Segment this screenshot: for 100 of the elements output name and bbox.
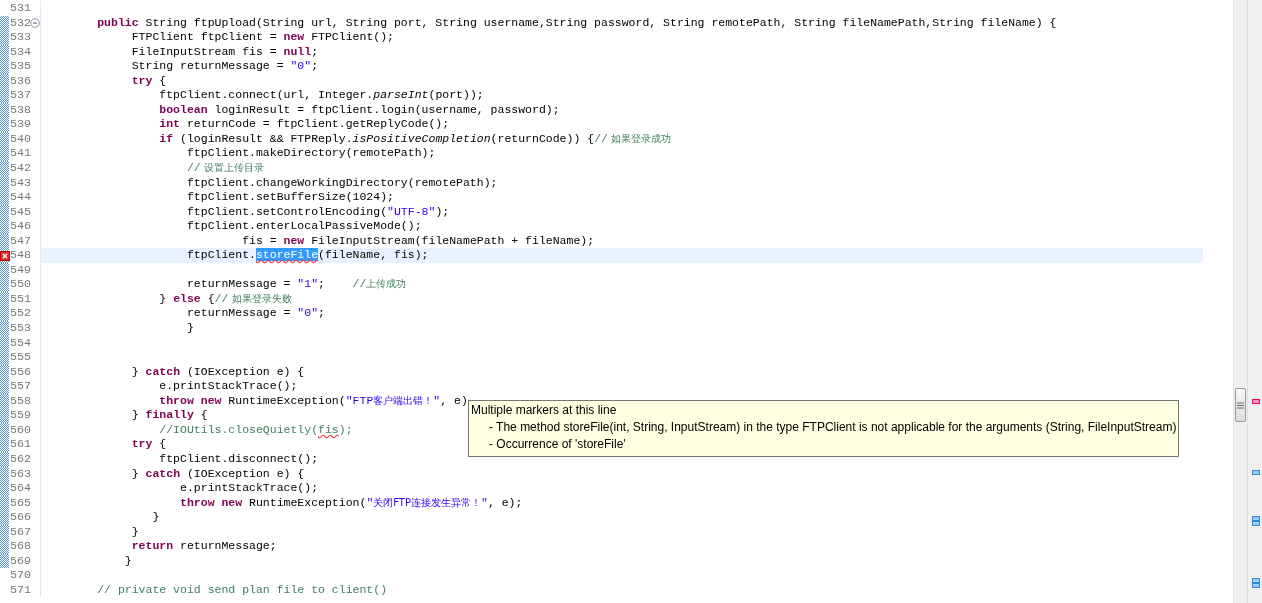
occurrence-marker-icon[interactable] xyxy=(1252,521,1260,526)
line-number: 567 xyxy=(10,524,32,540)
code-text: "UTF-8" xyxy=(387,204,436,218)
code-text: ; xyxy=(318,277,325,291)
line-number: 562 xyxy=(10,451,32,467)
line-number: 537 xyxy=(10,88,32,103)
line-number: 554 xyxy=(10,335,32,351)
code-text: { xyxy=(158,73,167,87)
line-number: 533 xyxy=(10,30,32,45)
line-number: 559 xyxy=(10,408,32,423)
code-text: if xyxy=(158,131,174,145)
code-text: ftpClient.changeWorkingDirectory(remotePath); xyxy=(185,175,498,189)
code-text: public xyxy=(96,15,139,29)
line-number: 541 xyxy=(10,146,32,161)
code-text: // xyxy=(214,291,229,305)
code-text: RuntimeException( xyxy=(227,393,346,407)
line-number: 542 xyxy=(10,161,32,176)
code-text: fis xyxy=(318,422,339,436)
code-text: "0" xyxy=(297,306,319,320)
occurrence-marker-icon[interactable] xyxy=(1252,470,1260,475)
grip-icon xyxy=(1237,401,1244,409)
code-text: throw new xyxy=(179,495,243,509)
code-text: String returnMessage = xyxy=(130,59,285,73)
code-text: "FTP xyxy=(345,393,374,407)
line-number: 531 xyxy=(10,1,32,16)
line-number: 544 xyxy=(10,190,32,205)
code-text: } xyxy=(130,466,139,480)
code-text: FileInputStream fis = xyxy=(130,44,278,58)
code-text: } xyxy=(130,408,139,422)
code-text: returnMessage = xyxy=(185,277,292,291)
code-text: // xyxy=(185,161,201,174)
code-text: // xyxy=(351,277,367,291)
line-number: 534 xyxy=(10,44,32,60)
tooltip-title: Multiple markers at this line xyxy=(471,402,618,419)
code-text: loginResult = ftpClient.login(username, password); xyxy=(213,102,560,116)
occurrence-marker-icon[interactable] xyxy=(1252,583,1260,588)
code-text: } xyxy=(123,553,132,567)
occurrence-marker-icon[interactable] xyxy=(1252,578,1260,583)
code-text: null xyxy=(283,44,312,58)
code-text: , e); xyxy=(487,495,523,509)
code-text: (IOException e) { xyxy=(185,364,305,378)
code-text: ); xyxy=(435,204,450,218)
code-text: e.printStackTrace(); xyxy=(158,379,298,393)
code-text: return xyxy=(130,539,174,553)
line-number: 561 xyxy=(10,437,32,452)
code-text: // xyxy=(594,131,608,145)
line-number: 558 xyxy=(10,393,32,409)
code-text: int xyxy=(158,117,181,131)
code-text: , e) xyxy=(440,393,468,407)
code-text: returnCode = ftpClient.getReplyCode(); xyxy=(185,117,450,131)
code-text: new xyxy=(283,30,305,44)
code-text: catch xyxy=(144,466,181,480)
code-text: e.printStackTrace(); xyxy=(179,481,319,495)
code-text: ; xyxy=(311,44,319,58)
line-number: 548 xyxy=(10,248,32,263)
line-number: 546 xyxy=(10,219,32,234)
line-number: 565 xyxy=(10,495,32,511)
line-number: 556 xyxy=(10,364,32,380)
code-text: fis = xyxy=(241,233,278,247)
code-text: { xyxy=(158,437,167,451)
code-text: 关闭FTP连接发生异常！ xyxy=(373,496,481,508)
code-text: // private void send plan file to client() xyxy=(96,582,388,596)
collapse-icon[interactable] xyxy=(30,17,40,28)
code-text: String ftpUpload(String url, String port, String username,String password, String remotePath, String fileNamePath,String fileName) { xyxy=(144,15,1057,29)
line-number: 553 xyxy=(10,321,32,336)
code-text: (port)); xyxy=(428,88,484,102)
code-text: 上传成功 xyxy=(366,278,407,290)
code-text: returnMessage; xyxy=(179,539,277,553)
code-text: } xyxy=(151,510,160,524)
line-number: 564 xyxy=(10,481,32,496)
code-text: FTPClient(); xyxy=(310,30,394,44)
code-text: ftpClient.setControlEncoding( xyxy=(185,204,388,218)
line-number: 547 xyxy=(10,233,32,249)
line-number: 552 xyxy=(10,306,32,322)
line-number: 571 xyxy=(10,582,32,598)
code-text: catch xyxy=(144,364,181,378)
code-text: parseInt xyxy=(373,88,429,102)
code-text: isPositiveCompletion xyxy=(352,131,491,145)
code-text: } xyxy=(130,524,139,538)
code-text: { xyxy=(206,291,215,305)
line-number: 566 xyxy=(10,510,32,525)
line-number: 543 xyxy=(10,175,32,191)
line-number: 532 xyxy=(10,15,32,31)
line-number: 557 xyxy=(10,379,32,394)
code-text: else xyxy=(172,291,201,305)
code-text: returnMessage = xyxy=(185,306,292,320)
error-marker-icon[interactable] xyxy=(1252,399,1260,404)
code-text: (returnCode)) { xyxy=(490,131,595,145)
code-text: FTPClient ftpClient = xyxy=(130,30,278,44)
scrollbar-thumb[interactable] xyxy=(1235,388,1246,422)
code-text: 如果登录成功 xyxy=(610,132,672,144)
line-number: 536 xyxy=(10,73,32,89)
code-text: 客户端出错！ xyxy=(373,394,434,406)
occurrence-marker-icon[interactable] xyxy=(1252,516,1260,521)
code-text: ftpClient.enterLocalPassiveMode(); xyxy=(185,219,422,233)
selected-text: storeFile xyxy=(255,248,319,262)
line-number: 563 xyxy=(10,466,32,482)
code-text: ftpClient.setBufferSize(1024); xyxy=(185,190,394,204)
line-number: 568 xyxy=(10,539,32,554)
code-text: //IOUtils.closeQuietly( xyxy=(158,422,319,436)
